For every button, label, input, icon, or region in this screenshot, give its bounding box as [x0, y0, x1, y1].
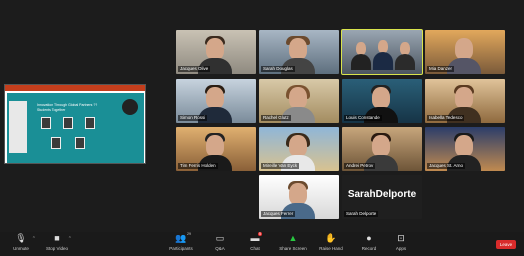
participant-name: Jacques Olive — [178, 66, 211, 72]
participant-name: Simon Rossi — [178, 115, 208, 121]
unmute-button[interactable]: 🎙 ⌃ Unmute — [2, 233, 40, 252]
participant-name: Mireille Van Eyck — [261, 163, 300, 169]
participant-tile-video-off[interactable]: SarahDelporte Sarah Delporte — [342, 175, 422, 219]
microphone-muted-icon: 🎙 — [15, 233, 27, 243]
slide-photo — [85, 117, 95, 129]
leave-button[interactable]: Leave — [496, 240, 516, 249]
raise-hand-icon: ✋ — [325, 233, 337, 243]
participant-name: Sarah Delporte — [344, 211, 379, 217]
participant-tile[interactable]: Louis Constande — [342, 79, 422, 123]
presentation-slide: Innovation Through Global Partners ?? St… — [7, 93, 144, 163]
participant-tile-active-speaker[interactable] — [341, 29, 423, 75]
share-screen-icon: ▲ — [288, 233, 298, 243]
chat-button[interactable]: ▬ 5 Chat — [236, 232, 274, 251]
slide-logo — [122, 99, 138, 115]
participant-name: Louis Constande — [344, 115, 382, 121]
shared-screen-titlebar — [5, 85, 145, 91]
participant-tile[interactable]: Jacques Ferrer — [259, 175, 339, 219]
record-icon: ● — [366, 233, 372, 243]
participant-tile[interactable]: Tim Ferris Holden — [176, 127, 256, 171]
participant-tile[interactable]: Jacques Olive — [176, 30, 256, 74]
slide-title: Innovation Through Global Partners ?? St… — [37, 103, 98, 112]
share-screen-button[interactable]: ▲ Share Screen — [274, 233, 312, 252]
qa-icon: ▭ — [215, 233, 225, 243]
participant-tile[interactable]: Jacques St. Arno — [425, 127, 505, 171]
chat-unread-badge: 5 — [258, 232, 262, 236]
participant-tile[interactable]: Mireille Van Eyck — [259, 127, 339, 171]
apps-button[interactable]: ⊡ Apps — [382, 233, 420, 252]
participant-tile[interactable]: Mia Danzer — [425, 30, 505, 74]
slide-photo — [41, 117, 51, 129]
participants-icon: 👥 — [175, 233, 187, 243]
participant-name: Isabella Tedesco — [427, 115, 465, 121]
slide-photo — [75, 137, 85, 149]
qa-button[interactable]: ▭ Q&A — [201, 233, 239, 252]
participant-name: Sarah Douglas — [261, 66, 295, 72]
participant-tile[interactable]: Simon Rossi — [176, 79, 256, 123]
participants-count: 29 — [187, 232, 191, 236]
participant-name: Jacques Ferrer — [261, 211, 296, 217]
chevron-up-icon[interactable]: ⌃ — [32, 236, 36, 242]
video-camera-icon: ■ — [54, 233, 60, 243]
stop-video-button[interactable]: ■ ⌃ Stop Video — [38, 233, 76, 252]
meeting-toolbar: 🎙 ⌃ Unmute ■ ⌃ Stop Video 👥 29 Participa… — [0, 232, 524, 256]
apps-icon: ⊡ — [397, 233, 405, 243]
slide-thumbnails-panel — [9, 101, 27, 153]
participants-button[interactable]: 👥 29 Participants — [162, 232, 200, 251]
participant-name: Rachel Glutz — [261, 115, 291, 121]
participant-name: Tim Ferris Holden — [178, 163, 218, 169]
participant-display-name: SarahDelporte — [347, 189, 417, 200]
slide-photo — [63, 117, 73, 129]
participant-tile[interactable]: Sarah Douglas — [259, 30, 339, 74]
participant-tile[interactable]: Isabella Tedesco — [425, 79, 505, 123]
participant-tile[interactable]: Rachel Glutz — [259, 79, 339, 123]
raise-hand-button[interactable]: ✋ Raise Hand — [312, 233, 350, 252]
participant-name: Mia Danzer — [427, 66, 455, 72]
chevron-up-icon[interactable]: ⌃ — [68, 236, 72, 242]
shared-screen-thumbnail[interactable]: Innovation Through Global Partners ?? St… — [4, 84, 146, 164]
zoom-meeting-window: Innovation Through Global Partners ?? St… — [0, 0, 524, 256]
participant-tile[interactable]: Andrei Petrov — [342, 127, 422, 171]
slide-photo — [51, 137, 61, 149]
participant-name: Andrei Petrov — [344, 163, 376, 169]
participant-name: Jacques St. Arno — [427, 163, 466, 169]
